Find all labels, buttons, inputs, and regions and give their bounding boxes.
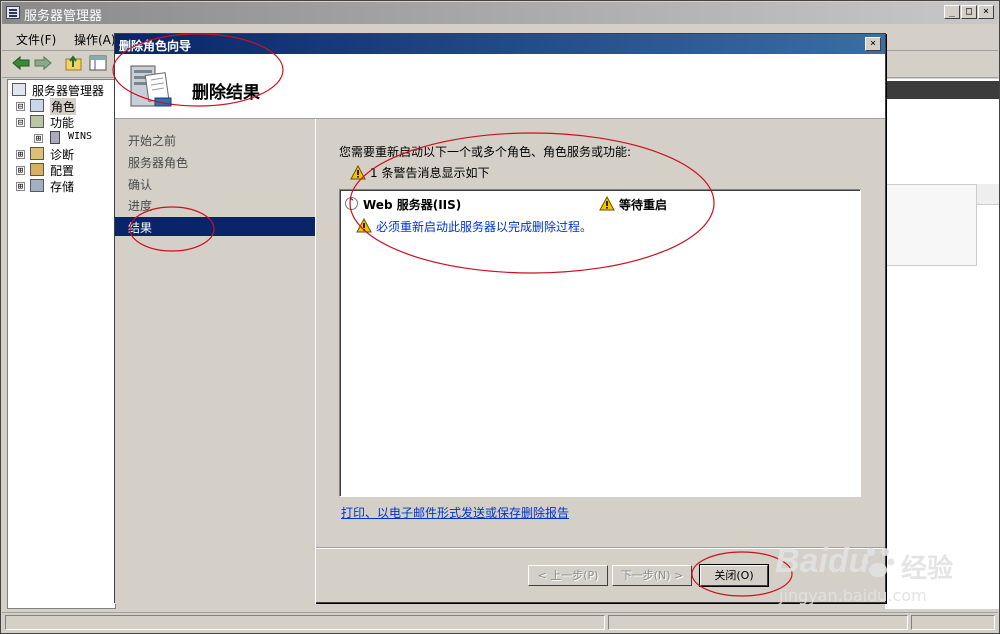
annotation-ellipse: [112, 33, 284, 107]
annotation-ellipse: [349, 132, 715, 274]
watermark-url: jingyan.baidu.com: [779, 586, 927, 605]
watermark-brand: Baidu: [775, 542, 870, 580]
watermark-sub: 经验: [901, 554, 954, 584]
baidu-watermark: Baidu 经验 jingyan.baidu.com: [775, 528, 975, 618]
paw-logo-icon: [861, 548, 895, 577]
annotation-ellipse: [129, 206, 215, 252]
